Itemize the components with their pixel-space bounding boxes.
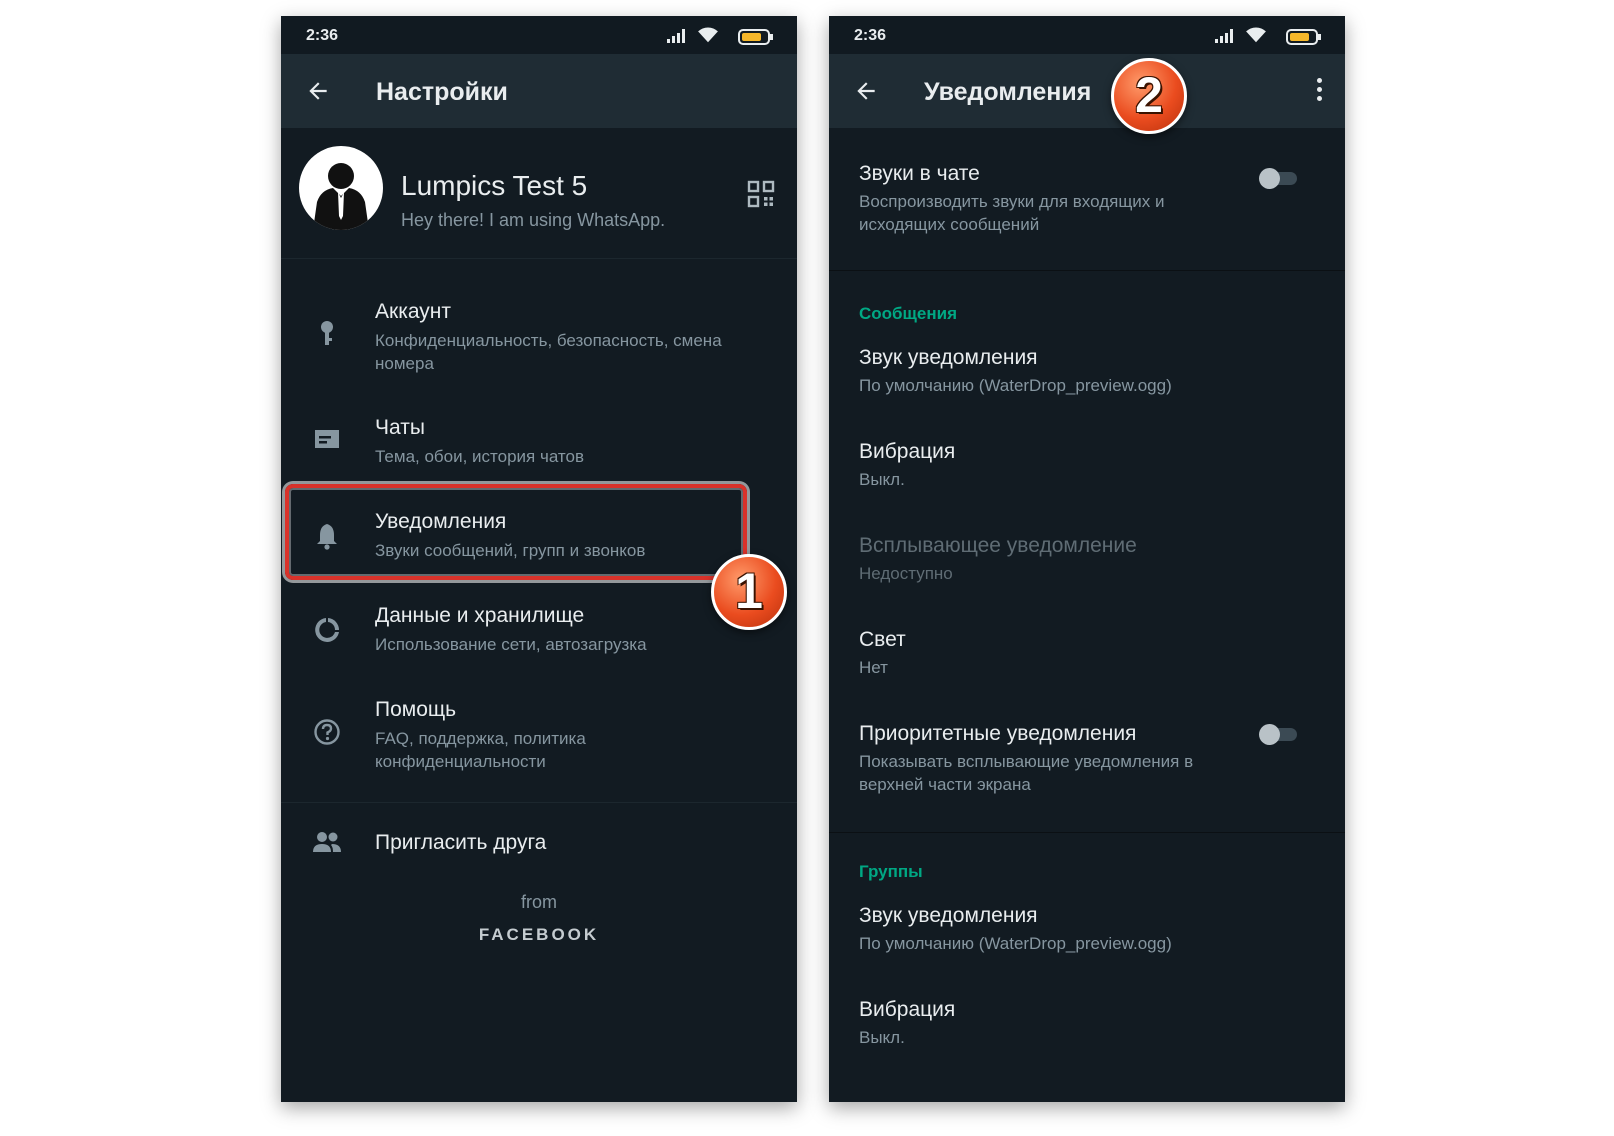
status-time: 2:36 bbox=[306, 27, 339, 44]
setting-notification-sound[interactable]: Звук уведомления По умолчанию (WaterDrop… bbox=[859, 346, 1279, 397]
menu-item-title: Аккаунт bbox=[375, 300, 452, 323]
setting-subtitle: Нет bbox=[859, 658, 888, 677]
people-icon bbox=[313, 832, 341, 852]
setting-priority-notifications[interactable]: Приоритетные уведомления Показывать вспл… bbox=[859, 722, 1279, 796]
signal-icon bbox=[665, 28, 685, 43]
step-badge-1: 1 bbox=[711, 554, 787, 630]
signal-icon bbox=[1213, 28, 1233, 43]
app-bar: Настройки bbox=[281, 54, 797, 128]
setting-subtitle: Выкл. bbox=[859, 1028, 905, 1047]
section-header-messages: Сообщения bbox=[859, 304, 957, 323]
priority-notifications-toggle[interactable] bbox=[1259, 724, 1299, 745]
setting-title: Вибрация bbox=[859, 998, 956, 1021]
setting-title: Звук уведомления bbox=[859, 904, 1038, 927]
setting-title: Всплывающее уведомление bbox=[859, 534, 1137, 557]
status-bar: 2:36 bbox=[829, 16, 1345, 54]
arrow-left-icon[interactable] bbox=[853, 78, 879, 104]
menu-item-invite-friend[interactable]: Пригласить друга bbox=[281, 806, 797, 876]
setting-subtitle: Недоступно bbox=[859, 564, 953, 583]
menu-item-subtitle: FAQ, поддержка, политика конфиденциально… bbox=[375, 729, 586, 771]
page-title: Уведомления bbox=[924, 78, 1092, 106]
data-usage-icon bbox=[315, 618, 340, 642]
qr-code-icon[interactable] bbox=[747, 180, 775, 208]
footer-from: from bbox=[521, 892, 557, 912]
setting-light[interactable]: Свет Нет bbox=[859, 628, 1279, 679]
status-bar: 2:36 bbox=[281, 16, 797, 54]
section-header-groups: Группы bbox=[859, 862, 923, 881]
setting-group-vibration[interactable]: Вибрация Выкл. bbox=[859, 998, 1279, 1049]
setting-chat-sounds[interactable]: Звуки в чате Воспроизводить звуки для вх… bbox=[859, 162, 1279, 236]
menu-item-title: Пригласить друга bbox=[375, 831, 547, 854]
footer: from FACEBOOK bbox=[281, 892, 797, 945]
divider bbox=[829, 832, 1345, 833]
profile-row[interactable]: Lumpics Test 5 Hey there! I am using Wha… bbox=[281, 128, 797, 259]
setting-subtitle: Показывать всплывающие уведомления в вер… bbox=[859, 752, 1194, 794]
menu-item-chats[interactable]: Чаты Тема, обои, история чатов bbox=[281, 400, 797, 480]
app-bar: Уведомления bbox=[829, 54, 1345, 128]
avatar-silhouette bbox=[313, 163, 369, 230]
setting-popup-notification: Всплывающее уведомление Недоступно bbox=[859, 534, 1279, 585]
profile-status: Hey there! I am using WhatsApp. bbox=[401, 210, 666, 230]
status-time: 2:36 bbox=[854, 27, 887, 44]
menu-item-subtitle: Использование сети, автозагрузка bbox=[375, 635, 647, 654]
setting-subtitle: По умолчанию (WaterDrop_preview.ogg) bbox=[859, 934, 1172, 953]
battery-icon bbox=[1286, 29, 1321, 45]
avatar[interactable] bbox=[299, 146, 383, 230]
setting-subtitle: Выкл. bbox=[859, 470, 905, 489]
setting-group-notification-sound[interactable]: Звук уведомления По умолчанию (WaterDrop… bbox=[859, 904, 1279, 955]
menu-item-title: Данные и хранилище bbox=[375, 604, 585, 627]
settings-screen: 2:36 Настройки Lumpics Test 5 Hey there!… bbox=[281, 16, 797, 1102]
highlight-box bbox=[285, 484, 747, 580]
setting-title: Звуки в чате bbox=[859, 162, 980, 185]
page-title: Настройки bbox=[376, 78, 508, 106]
setting-title: Приоритетные уведомления bbox=[859, 722, 1137, 745]
setting-vibration[interactable]: Вибрация Выкл. bbox=[859, 440, 1279, 491]
chat-sounds-toggle[interactable] bbox=[1259, 168, 1299, 189]
step-badge-2: 2 bbox=[1111, 58, 1187, 134]
setting-title: Свет bbox=[859, 628, 906, 651]
profile-name: Lumpics Test 5 bbox=[401, 170, 588, 201]
menu-item-help[interactable]: Помощь FAQ, поддержка, политика конфиден… bbox=[281, 682, 797, 782]
setting-subtitle: Воспроизводить звуки для входящих и исхо… bbox=[859, 192, 1165, 234]
setting-title: Вибрация bbox=[859, 440, 956, 463]
notifications-screen: 2:36 Уведомления Звуки в чате Воспроизво… bbox=[829, 16, 1345, 1102]
divider bbox=[829, 270, 1345, 271]
more-vert-icon[interactable] bbox=[1317, 78, 1323, 104]
help-icon bbox=[314, 719, 340, 745]
menu-item-title: Помощь bbox=[375, 698, 457, 721]
setting-title: Звук уведомления bbox=[859, 346, 1038, 369]
chat-icon bbox=[315, 430, 339, 448]
battery-icon bbox=[738, 29, 773, 45]
menu-item-account[interactable]: Аккаунт Конфиденциальность, безопасность… bbox=[281, 284, 797, 384]
footer-brand: FACEBOOK bbox=[478, 925, 600, 944]
divider bbox=[281, 802, 797, 803]
wifi-icon bbox=[698, 27, 718, 43]
arrow-left-icon[interactable] bbox=[305, 78, 331, 104]
menu-item-subtitle: Тема, обои, история чатов bbox=[375, 447, 585, 466]
menu-item-title: Чаты bbox=[375, 416, 425, 439]
menu-item-subtitle: Конфиденциальность, безопасность, смена … bbox=[375, 331, 722, 373]
setting-subtitle: По умолчанию (WaterDrop_preview.ogg) bbox=[859, 376, 1172, 395]
key-icon bbox=[321, 321, 333, 345]
wifi-icon bbox=[1246, 27, 1266, 43]
